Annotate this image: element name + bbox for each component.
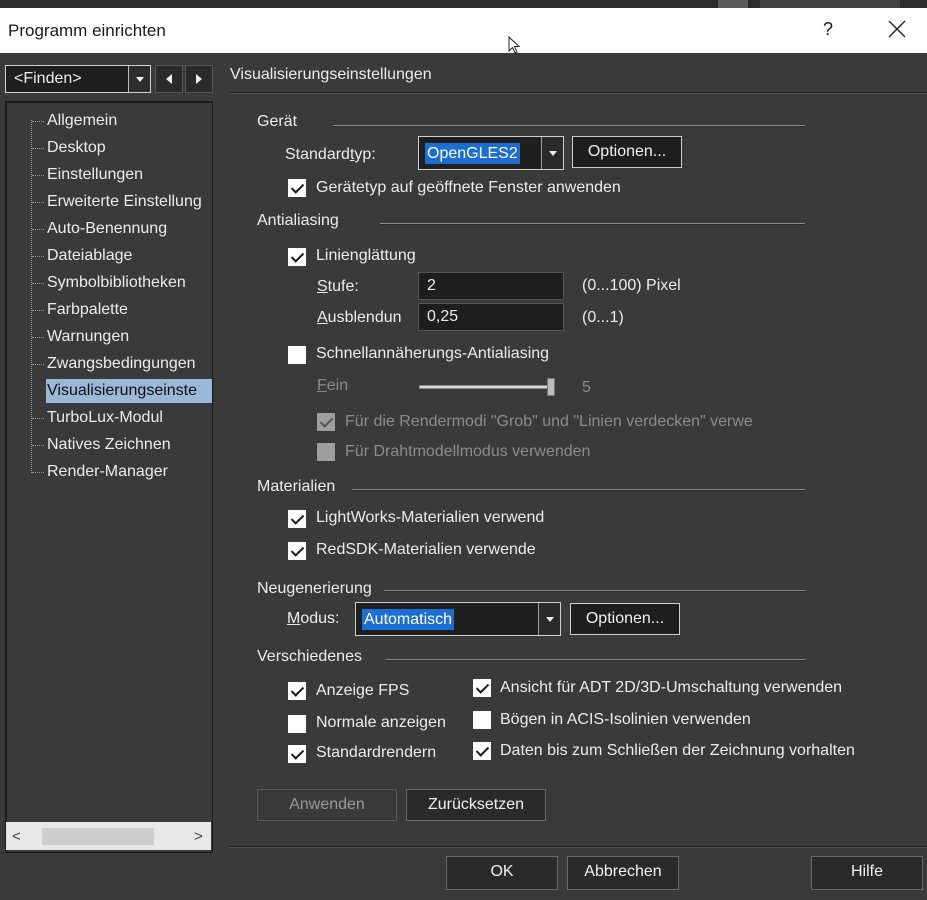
acis-label: Bögen in ACIS-Isolinien verwenden — [500, 711, 751, 728]
scroll-right-icon[interactable]: > — [194, 828, 203, 845]
render-modes-label: Für die Rendermodi "Grob" und "Linien ve… — [345, 413, 753, 430]
nav-forward-button[interactable] — [185, 65, 213, 93]
tree-item-symbolbibliotheken[interactable]: Symbolbibliotheken — [32, 271, 186, 295]
arrow-left-icon — [166, 74, 172, 84]
chevron-down-icon — [548, 151, 557, 156]
keep-data-label: Daten bis zum Schließen der Zeichnung vo… — [500, 742, 855, 759]
stufe-label: Stufe: — [317, 278, 359, 295]
tree-item-turbolux-modul[interactable]: TurboLux-Modul — [32, 406, 163, 430]
scrollbar-thumb[interactable] — [42, 828, 154, 845]
standardrender-checkbox[interactable] — [288, 745, 306, 763]
group-heading-materialien: Materialien — [257, 478, 336, 495]
neugenerierung-options-button[interactable]: Optionen... — [570, 603, 680, 635]
tree-item-allgemein[interactable]: Allgemein — [32, 109, 117, 133]
scroll-left-icon[interactable]: < — [12, 828, 21, 845]
fps-checkbox[interactable] — [288, 682, 306, 700]
tree-item-visualisierungseinstellungen[interactable]: Visualisierungseinste — [46, 379, 212, 403]
fein-value: 5 — [582, 379, 591, 396]
group-heading-geraet: Gerät — [257, 113, 298, 130]
adt-label: Ansicht für ADT 2D/3D-Umschaltung verwen… — [500, 679, 843, 696]
fast-aa-checkbox[interactable] — [288, 346, 306, 364]
line-smoothing-checkbox[interactable] — [288, 248, 306, 266]
geraet-options-button[interactable]: Optionen... — [572, 136, 682, 168]
group-heading-antialiasing: Antialiasing — [257, 212, 339, 229]
keep-data-checkbox[interactable] — [473, 742, 491, 760]
modus-label: Modus: — [287, 610, 340, 627]
tree-item-desktop[interactable]: Desktop — [32, 136, 106, 160]
render-modes-checkbox[interactable] — [317, 413, 335, 431]
fein-slider-thumb[interactable] — [547, 378, 555, 396]
lightworks-checkbox[interactable] — [288, 510, 306, 528]
divider — [352, 489, 805, 491]
fein-slider[interactable] — [419, 385, 553, 389]
background-app-strip — [0, 0, 927, 8]
standardtyp-select[interactable]: OpenGLES2 — [418, 136, 564, 170]
chevron-down-icon — [135, 77, 144, 82]
tree-item-erweiterte-einstellungen[interactable]: Erweiterte Einstellung — [32, 190, 202, 214]
tree-item-dateiablage[interactable]: Dateiablage — [32, 244, 132, 268]
title-bar: Programm einrichten ? — [0, 8, 927, 53]
divider — [380, 223, 805, 225]
standardrender-label: Standardrendern — [316, 744, 437, 761]
wireframe-label: Für Drahtmodellmodus verwenden — [345, 443, 591, 460]
arrow-right-icon — [196, 74, 202, 84]
find-dropdown-button[interactable] — [128, 66, 150, 92]
acis-checkbox[interactable] — [473, 711, 491, 729]
settings-tree[interactable]: Allgemein Desktop Einstellungen Erweiter… — [5, 101, 213, 853]
tree-item-zwangsbedingungen[interactable]: Zwangsbedingungen — [32, 352, 196, 376]
divider — [384, 590, 805, 592]
redsdk-label: RedSDK-Materialien verwende — [316, 541, 536, 558]
apply-open-windows-checkbox[interactable] — [288, 179, 306, 197]
modus-dropdown-button[interactable] — [538, 603, 560, 635]
chevron-down-icon — [545, 617, 554, 622]
ausblendung-range: (0...1) — [582, 309, 624, 326]
reset-button[interactable]: Zurücksetzen — [406, 789, 546, 821]
tree-item-render-manager[interactable]: Render-Manager — [32, 460, 168, 484]
close-icon[interactable] — [886, 18, 908, 40]
tree-item-einstellungen[interactable]: Einstellungen — [32, 163, 143, 187]
nav-back-button[interactable] — [155, 65, 183, 93]
standardtyp-value: OpenGLES2 — [425, 143, 520, 164]
stufe-range: (0...100) Pixel — [582, 277, 681, 294]
redsdk-checkbox[interactable] — [288, 542, 306, 560]
divider — [386, 659, 805, 661]
find-value: <Finden> — [14, 70, 82, 87]
apply-open-windows-label: Gerätetyp auf geöffnete Fenster anwenden — [316, 179, 621, 196]
find-combobox[interactable]: <Finden> — [5, 65, 151, 93]
window-title: Programm einrichten — [8, 21, 166, 40]
divider — [333, 125, 805, 127]
standardtyp-label: Standardtyp: — [285, 146, 376, 163]
ok-button[interactable]: OK — [446, 856, 558, 890]
line-smoothing-label: Linienglättung — [316, 247, 416, 264]
mouse-cursor-icon — [508, 36, 521, 54]
tree-horizontal-scrollbar[interactable]: < > — [6, 822, 211, 850]
help-dialog-button[interactable]: Hilfe — [811, 856, 923, 890]
normals-label: Normale anzeigen — [316, 714, 446, 731]
fps-label: Anzeige FPS — [316, 682, 410, 699]
apply-button[interactable]: Anwenden — [257, 789, 397, 821]
help-button[interactable]: ? — [820, 19, 836, 40]
stufe-input[interactable]: 2 — [418, 272, 564, 300]
adt-checkbox[interactable] — [473, 679, 491, 697]
normals-checkbox[interactable] — [288, 715, 306, 733]
divider — [230, 92, 927, 94]
divider — [230, 846, 927, 848]
fein-label: Fein — [317, 377, 349, 394]
modus-select[interactable]: Automatisch — [355, 602, 561, 636]
modus-value: Automatisch — [362, 609, 455, 630]
tree-item-warnungen[interactable]: Warnungen — [32, 325, 129, 349]
wireframe-checkbox[interactable] — [317, 443, 335, 461]
panel-title: Visualisierungseinstellungen — [230, 66, 432, 83]
tree-item-auto-benennung[interactable]: Auto-Benennung — [32, 217, 167, 241]
tree-item-natives-zeichnen[interactable]: Natives Zeichnen — [32, 433, 171, 457]
standardtyp-dropdown-button[interactable] — [541, 137, 563, 169]
lightworks-label: LightWorks-Materialien verwend — [316, 509, 545, 526]
cancel-button[interactable]: Abbrechen — [567, 856, 679, 890]
group-heading-neugenerierung: Neugenerierung — [257, 580, 372, 597]
fast-aa-label: Schnellannäherungs-Antialiasing — [316, 345, 550, 362]
tree-item-farbpalette[interactable]: Farbpalette — [32, 298, 128, 322]
ausblendung-input[interactable]: 0,25 — [418, 303, 564, 331]
group-heading-verschiedenes: Verschiedenes — [257, 648, 362, 665]
ausblendung-label: Ausblendun — [317, 309, 402, 326]
